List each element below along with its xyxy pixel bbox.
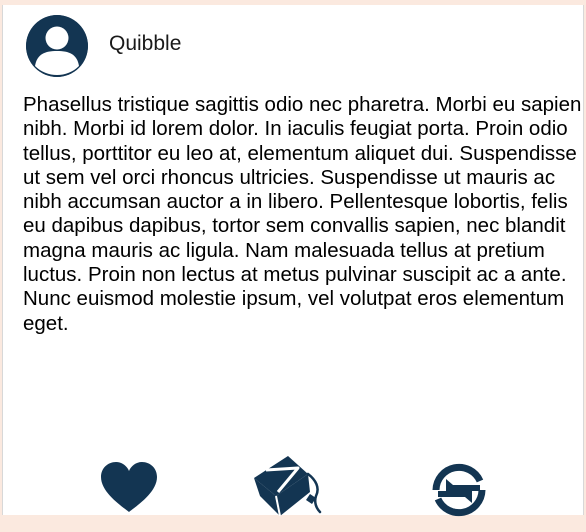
heart-icon	[101, 462, 157, 512]
paper-plane-icon	[254, 456, 322, 517]
user-avatar-icon[interactable]	[26, 15, 88, 77]
post-text: Phasellus tristique sagittis odio nec ph…	[23, 93, 582, 335]
like-button[interactable]	[99, 460, 159, 516]
share-button[interactable]	[250, 450, 324, 520]
post-author-name[interactable]: Quibble	[109, 32, 181, 56]
post-card: Quibble Phasellus tristique sagittis odi…	[2, 5, 584, 517]
reblog-icon	[432, 463, 486, 517]
reblog-button[interactable]	[429, 460, 489, 520]
